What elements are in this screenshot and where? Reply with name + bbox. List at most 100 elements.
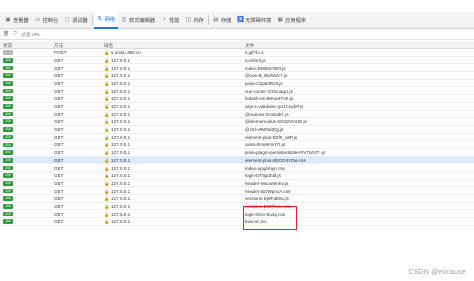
tab-separator [207,15,209,25]
trash-icon[interactable]: 🗑 [3,31,9,37]
tab-label: 无障碍环境 [245,17,272,24]
lock-icon: 🔒 [104,65,110,71]
request-domain: 127.0.0.1 [111,73,131,79]
request-method: GET [54,157,64,163]
request-method: GET [54,142,64,148]
tab-performance[interactable]: ◔ 性能 [158,12,182,29]
request-row[interactable]: 200 GET 🔒 127.0.0.1 index-DMb9VW0r.js [0,64,474,73]
request-file: login-DT9guhdl.js [245,173,281,179]
request-domain: 127.0.0.1 [111,203,131,209]
request-method: GET [54,211,64,217]
annotation-highlight-box [243,206,297,230]
request-row[interactable]: 200 GET 🔒 127.0.0.1 vue-router-O3GuaqU.js [0,87,474,96]
lock-icon: 🔒 [104,50,110,56]
request-file: @element-plus-DX22VmUE.js [245,119,307,125]
request-method: POST [54,50,67,56]
request-row[interactable]: 200 GET 🔒 127.0.0.1 header-BOWpnzA.css [0,187,474,196]
lock-icon: 🔒 [104,80,110,86]
status-badge: 200 [3,65,13,71]
request-row[interactable]: 200 GET 🔒 127.0.0.1 iconfont.js [0,57,474,65]
request-method: GET [54,173,64,179]
application-icon: ▦ [277,17,283,23]
devtools-tabbar: ▣ 查看器 ▭ 控制台 ▢ 调试器 ⇅ 网络{} 样式编辑器 ◔ 性能 ◫ 内存 ▤ 存储 ♿ 无障碍环境 ▦ 应用… [0,11,474,29]
tab-inspector[interactable]: ▣ 查看器 [2,12,32,29]
tab-label: 内存 [193,17,204,24]
request-file: header-BOWpnzA.css [245,188,291,194]
request-method: GET [54,127,64,133]
status-badge: 200 [3,173,13,178]
request-row[interactable]: 200 GET 🔒 127.0.0.1 login-DT9guhdl.js [0,172,474,180]
request-row[interactable]: 200 GET 🔒 127.0.0.1 @vue-B_BwlVaV7.js [0,72,474,80]
request-row[interactable]: 200 GET 🔒 127.0.0.1 versions-Dj9FaE6o.js [0,195,474,203]
status-badge: 200 [3,211,13,217]
tab-label: 调试器 [72,17,88,24]
request-domain: 127.0.0.1 [111,111,131,117]
request-method: GET [54,180,64,186]
request-method: GET [54,134,64,140]
lock-icon: 🔒 [104,88,110,94]
tab-network[interactable]: ⇅ 网络 [93,11,119,29]
column-method[interactable]: 方法 [54,43,63,49]
filter-bar: 🗑 ⛉ [0,29,474,40]
network-icon: ⇅ [97,16,103,22]
status-badge: 200 [3,204,13,209]
request-row[interactable]: 200 GET 🔒 127.0.0.1 lodash-es-B6nw4TuK.js [0,95,474,103]
request-file: iconfont.js [245,57,266,63]
request-row[interactable]: 200 GET 🔒 127.0.0.1 axios-B4u9mvYG.js [0,141,474,149]
column-file[interactable]: 文件 [245,43,254,49]
request-row[interactable]: POST 🔒 s.union.360.cn s.gif?h=1 [0,49,474,57]
request-file: header-Muuo9mKv.js [245,180,289,186]
request-domain: 127.0.0.1 [111,165,131,171]
tab-separator [91,15,93,25]
request-row[interactable]: 200 GET 🔒 127.0.0.1 pinia-Cbp6dRc8.js [0,80,474,88]
filter-url-input[interactable] [21,31,82,37]
status-badge: 200 [3,188,13,194]
column-domain[interactable]: 域名 [104,43,113,49]
status-badge: 200 [3,119,13,125]
request-domain: 127.0.0.1 [111,127,131,133]
request-file: index-DMb9VW0r.js [245,65,286,71]
tab-console[interactable]: ▭ 控制台 [32,12,62,29]
lock-icon: 🔒 [104,157,110,163]
console-icon: ▭ [34,17,41,23]
column-status[interactable]: 状态 [3,43,12,49]
lock-icon: 🔒 [104,219,110,225]
request-row[interactable]: 200 GET 🔒 127.0.0.1 header-Muuo9mKv.js [0,180,474,188]
request-row[interactable]: 200 GET 🔒 127.0.0.1 favicon.ico [0,218,474,226]
request-domain: 127.0.0.1 [111,150,131,156]
request-domain: 127.0.0.1 [111,180,131,186]
lock-icon: 🔒 [104,180,110,186]
request-row[interactable]: 200 GET 🔒 127.0.0.1 @element-plus-DX22VmUE.j… [0,118,474,126]
request-file: @vue-B_BwlVaV7.js [245,73,288,79]
status-badge: 200 [3,180,13,186]
request-domain: 127.0.0.1 [111,196,131,202]
tab-accessibility[interactable]: ♿ 无障碍环境 [234,12,274,29]
request-file: versions-Dj9FaE6o.js [245,196,289,202]
request-row[interactable]: 200 GET 🔒 127.0.0.1 element-plus-BhOO3YDw.cs… [0,156,474,165]
request-row[interactable]: 200 GET 🔒 127.0.0.1 async-validator-qA4CeybP… [0,103,474,111]
tab-label: 查看器 [13,17,29,24]
request-row[interactable]: 200 GET 🔒 127.0.0.1 element-plus-B2f0_u8P.js [0,134,474,142]
request-row[interactable]: 200 GET 🔒 127.0.0.1 pinia-plugin-persistedst… [0,149,474,157]
tab-memory[interactable]: ◫ 内存 [182,12,206,29]
tab-style-editor[interactable]: {} 样式编辑器 [118,12,158,29]
request-row[interactable]: 200 GET 🔒 127.0.0.1 @vueuse-Dnssakf-.js [0,111,474,119]
request-row[interactable]: 200 GET 🔒 127.0.0.1 index-apq4Kiyn.css [0,164,474,172]
request-row[interactable]: 200 GET 🔒 127.0.0.1 @ctrl-v5Whd2Qj.js [0,126,474,134]
tab-storage[interactable]: ▤ 存储 [210,12,234,29]
request-domain: 127.0.0.1 [111,188,131,194]
request-row[interactable]: 200 GET 🔒 127.0.0.1 login-Dno-Su4q.css [0,210,474,219]
request-domain: 127.0.0.1 [111,211,131,217]
tab-application[interactable]: ▦ 应用程序 [274,12,309,29]
style-editor-icon: {} [122,17,126,23]
tab-debugger[interactable]: ▢ 调试器 [61,12,91,29]
request-domain: 127.0.0.1 [111,119,131,125]
request-row[interactable]: 200 GET 🔒 127.0.0.1 versions-DCPfvUe.css [0,203,474,211]
request-method: GET [54,80,64,86]
status-badge: 200 [3,73,13,78]
status-badge: 200 [3,111,13,117]
status-badge: 200 [3,196,13,201]
lock-icon: 🔒 [104,96,110,102]
request-method: GET [54,88,64,94]
request-file: async-validator-qA4CeybP.js [245,104,304,109]
